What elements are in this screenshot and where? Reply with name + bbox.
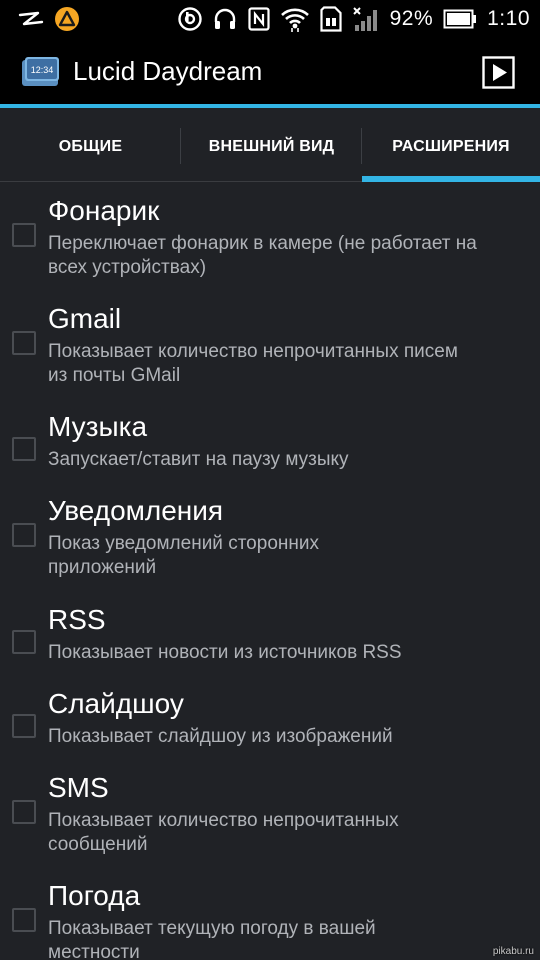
watermark: pikabu.ru — [492, 946, 534, 957]
weather-checkbox[interactable] — [12, 908, 36, 932]
description-line: Показывает слайдшоу из изображений — [48, 726, 393, 747]
tab-general-label: ОБЩИЕ — [58, 138, 123, 155]
beats-icon — [177, 7, 202, 31]
setting-title: Музыка — [48, 411, 148, 442]
headphones-icon — [212, 7, 238, 31]
setting-title: Уведомления — [48, 495, 224, 526]
warning-triangle-icon — [54, 6, 80, 32]
slideshow-checkbox[interactable] — [12, 714, 36, 738]
setting-title: Слайдшоу — [48, 688, 184, 719]
battery-percent: 92% — [389, 7, 434, 30]
setting-description: Показывает слайдшоу из изображений — [48, 725, 533, 749]
setting-title: Погода — [48, 880, 141, 911]
rss-checkbox[interactable] — [12, 630, 36, 654]
description-line: сообщений — [48, 834, 148, 855]
setting-flashlight[interactable]: Фонарик Переключает фонарик в камере (не… — [0, 183, 540, 291]
tab-extensions-label: РАСШИРЕНИЯ — [392, 138, 510, 155]
description-line: Переключает фонарик в камере (не работае… — [48, 233, 477, 254]
app-title: Lucid Daydream — [73, 56, 263, 86]
battery-icon — [443, 9, 477, 29]
description-line: местности — [48, 942, 140, 960]
clock: 1:10 — [487, 7, 530, 30]
setting-music[interactable]: Музыка Запускает/ставит на паузу музыку — [0, 399, 540, 483]
setting-sms[interactable]: SMS Показывает количество непрочитанных … — [0, 760, 540, 868]
tab-extensions[interactable]: РАСШИРЕНИЯ — [362, 112, 540, 182]
flashlight-checkbox[interactable] — [12, 223, 36, 247]
tab-appearance-label: ВНЕШНИЙ ВИД — [208, 138, 335, 155]
description-line: приложений — [48, 557, 157, 578]
description-line: Показывает количество непрочитанных — [48, 810, 399, 831]
wifi-icon — [280, 6, 310, 32]
tab-appearance[interactable]: ВНЕШНИЙ ВИД — [181, 112, 362, 182]
sd-card-icon — [319, 6, 342, 32]
app-icon: 12:34 — [21, 56, 61, 88]
zte-logo-icon — [18, 10, 44, 28]
setting-weather[interactable]: Погода Показывает текущую погоду в вашей… — [0, 868, 540, 960]
description-line: Показ уведомлений сторонних — [48, 533, 319, 554]
music-checkbox[interactable] — [12, 437, 36, 461]
setting-description: Показывает текущую погоду в вашей местно… — [48, 917, 533, 960]
setting-description: Переключает фонарик в камере (не работае… — [48, 232, 533, 280]
tab-bar: ОБЩИЕ ВНЕШНИЙ ВИД РАСШИРЕНИЯ — [0, 112, 540, 182]
setting-gmail[interactable]: Gmail Показывает количество непрочитанны… — [0, 291, 540, 399]
gmail-checkbox[interactable] — [12, 331, 36, 355]
settings-list: Фонарик Переключает фонарик в камере (не… — [0, 183, 540, 960]
action-bar: 12:34 Lucid Daydream — [0, 38, 540, 108]
status-bar: 92% 1:10 — [0, 0, 540, 38]
description-line: Показывает текущую погоду в вашей — [48, 918, 376, 939]
setting-description: Показывает новости из источников RSS — [48, 641, 533, 665]
setting-slideshow[interactable]: Слайдшоу Показывает слайдшоу из изображе… — [0, 676, 540, 760]
signal-icon — [352, 6, 380, 32]
setting-description: Показывает количество непрочитанных писе… — [48, 340, 533, 388]
description-line: из почты GMail — [48, 365, 181, 386]
description-line: Показывает новости из источников RSS — [48, 642, 402, 663]
play-icon[interactable] — [482, 56, 515, 89]
setting-description: Показ уведомлений сторонних приложений — [48, 532, 533, 580]
setting-description: Запускает/ставит на паузу музыку — [48, 448, 533, 472]
setting-title: Gmail — [48, 303, 122, 334]
description-line: всех устройствах) — [48, 257, 207, 278]
setting-notifications[interactable]: Уведомления Показ уведомлений сторонних … — [0, 483, 540, 592]
sms-checkbox[interactable] — [12, 800, 36, 824]
description-line: Запускает/ставит на паузу музыку — [48, 449, 349, 470]
screen: 92% 1:10 12:34 Lucid Daydream ОБЩИЕ ВНЕШ… — [0, 0, 540, 960]
setting-title: RSS — [48, 604, 106, 635]
description-line: Показывает количество непрочитанных писе… — [48, 341, 458, 362]
setting-description: Показывает количество непрочитанных сооб… — [48, 809, 533, 857]
notifications-checkbox[interactable] — [12, 523, 36, 547]
setting-title: SMS — [48, 772, 109, 803]
tab-general[interactable]: ОБЩИЕ — [0, 112, 181, 182]
nfc-icon — [247, 7, 270, 31]
svg-text:12:34: 12:34 — [31, 65, 54, 75]
setting-title: Фонарик — [48, 195, 160, 226]
setting-rss[interactable]: RSS Показывает новости из источников RSS — [0, 592, 540, 676]
